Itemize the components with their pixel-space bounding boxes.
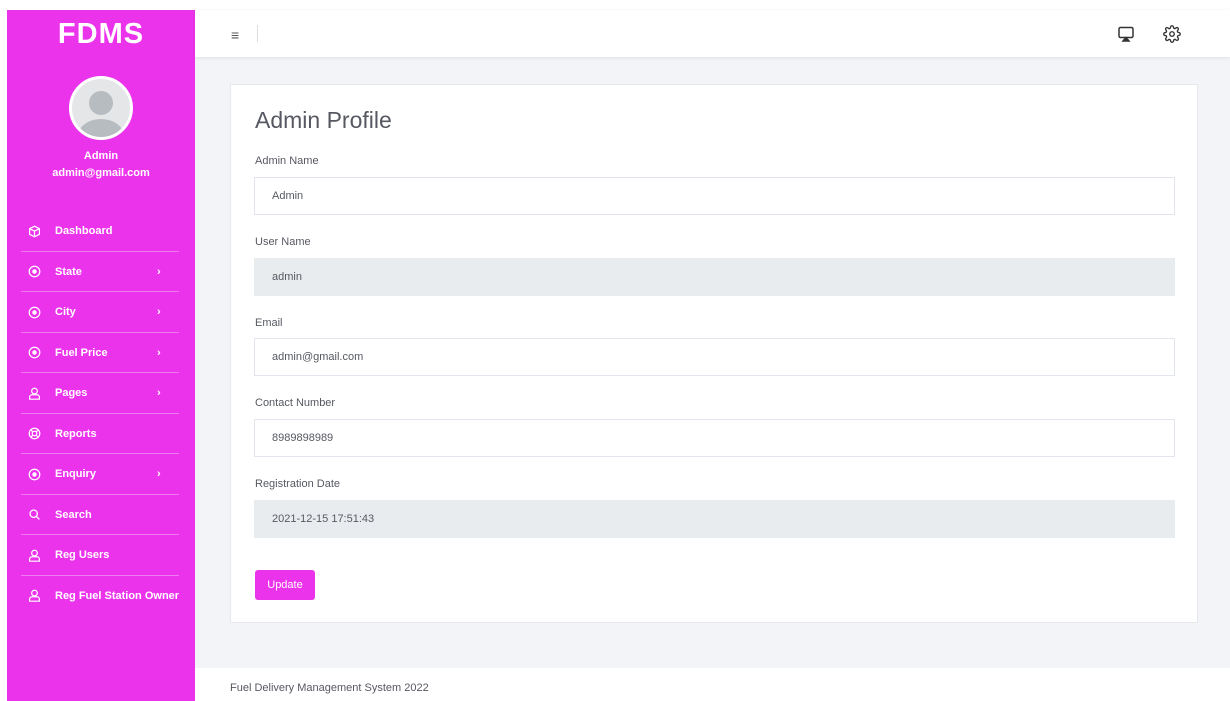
sidebar-item-label: Enquiry <box>55 468 96 481</box>
sidebar-item-search[interactable]: Search <box>7 495 195 536</box>
sidebar-item-state[interactable]: State › <box>7 252 195 293</box>
contact-number-input[interactable] <box>254 419 1175 457</box>
email-label: Email <box>255 317 283 329</box>
topbar: ≡ <box>195 10 1230 57</box>
sidebar-item-reg-fuel-station-owner[interactable]: Reg Fuel Station Owner <box>7 576 195 617</box>
user-icon <box>27 589 41 603</box>
avatar-body <box>78 119 124 137</box>
sidebar-item-label: Fuel Price <box>55 346 108 359</box>
user-email: admin@gmail.com <box>52 167 150 179</box>
sidebar-item-label: Reg Fuel Station Owner <box>55 589 180 602</box>
sidebar-item-reg-users[interactable]: Reg Users <box>7 535 195 576</box>
avatar-head <box>89 91 113 115</box>
user-icon <box>27 386 41 400</box>
search-icon <box>27 508 41 522</box>
page-title: Admin Profile <box>255 107 392 133</box>
chevron-right-icon: › <box>157 387 161 400</box>
circle-dot-icon <box>27 305 41 319</box>
footer-text: Fuel Delivery Management System 2022 <box>230 682 429 694</box>
sidebar-item-label: Dashboard <box>55 225 113 238</box>
circle-dot-icon <box>27 346 41 360</box>
hamburger-menu-icon[interactable]: ≡ <box>231 27 239 43</box>
sidebar-item-label: Pages <box>55 387 88 400</box>
cast-icon[interactable] <box>1117 25 1135 43</box>
footer: Fuel Delivery Management System 2022 <box>195 668 1230 701</box>
contact-number-label: Contact Number <box>255 397 336 409</box>
sidebar-item-pages[interactable]: Pages › <box>7 373 195 414</box>
profile-card: Admin Profile Admin Name User Name Email… <box>230 84 1198 623</box>
sidebar: FDMS Admin admin@gmail.com Dashboard Sta… <box>7 10 195 701</box>
sidebar-item-label: Reports <box>55 427 97 440</box>
main-content: Admin Profile Admin Name User Name Email… <box>195 57 1230 701</box>
chevron-right-icon: › <box>157 306 161 319</box>
registration-date-label: Registration Date <box>255 478 340 490</box>
avatar[interactable] <box>69 76 133 140</box>
user-name-label: User Name <box>255 236 311 248</box>
sidebar-item-label: City <box>55 306 76 319</box>
user-name-input <box>254 258 1175 296</box>
topbar-divider <box>257 25 258 42</box>
circle-dot-icon <box>27 467 41 481</box>
circle-dot-icon <box>27 265 41 279</box>
chevron-right-icon: › <box>157 265 161 278</box>
sidebar-item-label: State <box>55 265 82 278</box>
update-button[interactable]: Update <box>255 570 315 600</box>
sidebar-item-dashboard[interactable]: Dashboard <box>7 211 195 252</box>
registration-date-input <box>254 500 1175 538</box>
admin-name-label: Admin Name <box>255 155 319 167</box>
user-name: Admin <box>83 150 119 162</box>
email-input[interactable] <box>254 338 1175 376</box>
sidebar-item-label: Search <box>55 508 92 521</box>
user-icon <box>27 548 41 562</box>
brand-logo[interactable]: FDMS <box>7 10 195 58</box>
sidebar-item-enquiry[interactable]: Enquiry › <box>7 454 195 495</box>
sidebar-menu: Dashboard State › City › Fuel Price › Pa… <box>7 211 195 616</box>
sidebar-item-reports[interactable]: Reports <box>7 414 195 455</box>
user-profile: Admin admin@gmail.com <box>7 58 195 179</box>
gear-icon[interactable] <box>1163 25 1181 43</box>
sidebar-item-label: Reg Users <box>55 549 110 562</box>
chevron-right-icon: › <box>157 468 161 481</box>
sidebar-item-city[interactable]: City › <box>7 292 195 333</box>
life-ring-icon <box>27 427 41 441</box>
chevron-right-icon: › <box>157 346 161 359</box>
sidebar-item-fuel-price[interactable]: Fuel Price › <box>7 333 195 374</box>
box-icon <box>27 224 41 238</box>
admin-name-input[interactable] <box>254 177 1175 215</box>
